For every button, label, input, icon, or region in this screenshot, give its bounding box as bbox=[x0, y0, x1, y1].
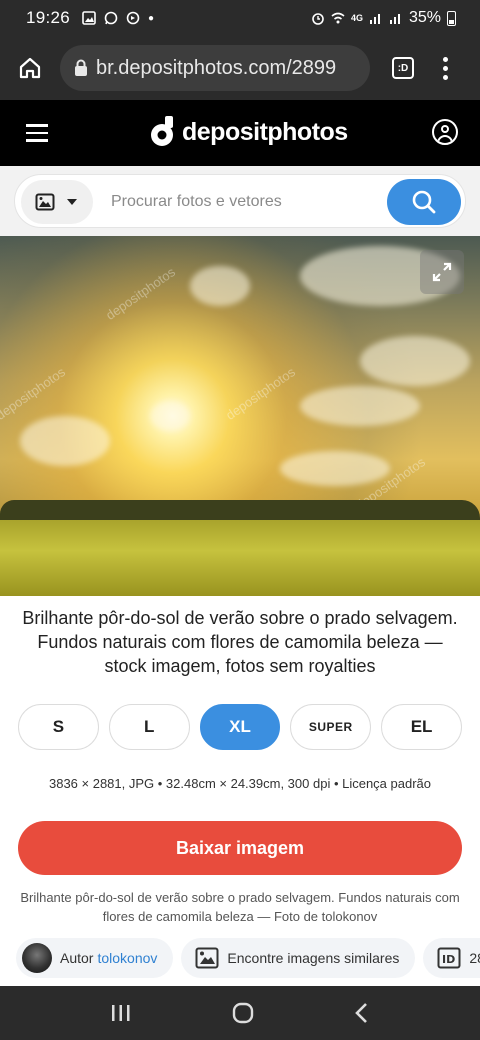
watermark: depositphotos bbox=[0, 364, 68, 423]
menu-dot-icon bbox=[442, 56, 448, 62]
expand-icon bbox=[432, 262, 452, 282]
search-button[interactable] bbox=[387, 179, 461, 225]
image-id-chip[interactable]: ID 28 bbox=[423, 938, 480, 978]
watermark: depositphotos bbox=[223, 364, 298, 423]
home-nav-icon[interactable] bbox=[232, 1002, 254, 1024]
site-logo[interactable]: depositphotos bbox=[148, 115, 348, 149]
tab-switcher-button[interactable]: :D bbox=[392, 57, 414, 79]
sync-icon bbox=[126, 11, 140, 25]
wifi-icon bbox=[331, 12, 345, 24]
back-icon[interactable] bbox=[354, 1002, 370, 1024]
stock-image[interactable]: depositphotos depositphotos depositphoto… bbox=[0, 236, 480, 596]
search-box bbox=[14, 174, 466, 229]
gallery-icon bbox=[82, 11, 96, 25]
whatsapp-icon bbox=[104, 11, 118, 25]
download-button[interactable]: Baixar imagem bbox=[18, 821, 462, 875]
menu-dot-icon bbox=[442, 74, 448, 80]
size-option-xl[interactable]: XL bbox=[199, 704, 281, 750]
id-icon: ID bbox=[437, 947, 461, 969]
home-icon bbox=[19, 57, 41, 79]
image-specs: 3836 × 2881, JPG • 32.48cm × 24.39cm, 30… bbox=[48, 776, 432, 791]
search-icon bbox=[412, 190, 436, 214]
image-type-icon bbox=[35, 193, 55, 211]
info-chips: Autor tolokonov Encontre imagens similar… bbox=[16, 938, 480, 978]
size-option-s[interactable]: S bbox=[18, 704, 99, 750]
recent-apps-icon[interactable] bbox=[110, 1003, 132, 1023]
image-icon bbox=[195, 947, 219, 969]
hamburger-menu-icon[interactable] bbox=[26, 124, 48, 142]
size-option-l[interactable]: L bbox=[108, 704, 190, 750]
account-icon[interactable] bbox=[432, 119, 458, 145]
url-text: br.depositphotos.com/2899 bbox=[96, 56, 337, 79]
caret-down-icon bbox=[67, 199, 77, 205]
logo-text: depositphotos bbox=[182, 117, 348, 146]
battery-percent: 35% bbox=[408, 9, 441, 26]
menu-dot-icon bbox=[442, 65, 448, 71]
author-chip[interactable]: Autor tolokonov bbox=[16, 938, 174, 978]
search-input[interactable] bbox=[111, 175, 371, 229]
image-title: Brilhante pôr-do-sol de verão sobre o pr… bbox=[22, 608, 458, 676]
status-time: 19:26 bbox=[26, 8, 71, 27]
svg-text:ID: ID bbox=[442, 953, 455, 966]
find-similar-chip[interactable]: Encontre imagens similares bbox=[181, 938, 416, 978]
status-right: 4G 35% bbox=[311, 9, 456, 27]
status-bar: 19:26 ● 4G 35% bbox=[0, 0, 480, 36]
network-type: 4G bbox=[350, 13, 363, 23]
site-header: depositphotos bbox=[0, 100, 480, 166]
search-row bbox=[0, 166, 480, 236]
watermark: depositphotos bbox=[103, 264, 178, 323]
logo-mark-icon bbox=[151, 116, 173, 146]
size-option-super[interactable]: SUPER bbox=[290, 704, 372, 750]
address-bar[interactable]: br.depositphotos.com/2899 bbox=[60, 45, 370, 91]
meadow bbox=[0, 520, 480, 596]
author-link[interactable]: tolokonov bbox=[97, 950, 157, 966]
media-type-dropdown[interactable] bbox=[21, 180, 93, 224]
image-caption: Brilhante pôr-do-sol de verão sobre o pr… bbox=[20, 890, 460, 924]
signal-2-icon bbox=[389, 14, 400, 24]
lock-icon bbox=[75, 59, 87, 76]
home-button[interactable] bbox=[14, 52, 46, 84]
browser-toolbar: br.depositphotos.com/2899 :D bbox=[0, 36, 480, 100]
find-similar-label: Encontre imagens similares bbox=[227, 950, 400, 966]
size-option-el[interactable]: EL bbox=[381, 704, 462, 750]
status-left: 19:26 ● bbox=[26, 8, 154, 28]
author-prefix: Autor bbox=[60, 950, 94, 966]
alarm-icon bbox=[312, 13, 324, 25]
avatar bbox=[22, 943, 52, 973]
image-id-value: 28 bbox=[469, 950, 480, 966]
android-nav-bar bbox=[0, 986, 480, 1040]
size-selector: S L XL SUPER EL bbox=[18, 704, 462, 750]
browser-menu-button[interactable] bbox=[440, 56, 450, 80]
notification-dot-icon: ● bbox=[148, 12, 155, 24]
signal-icon bbox=[369, 14, 380, 24]
expand-image-button[interactable] bbox=[420, 250, 464, 294]
battery-icon bbox=[447, 10, 456, 26]
